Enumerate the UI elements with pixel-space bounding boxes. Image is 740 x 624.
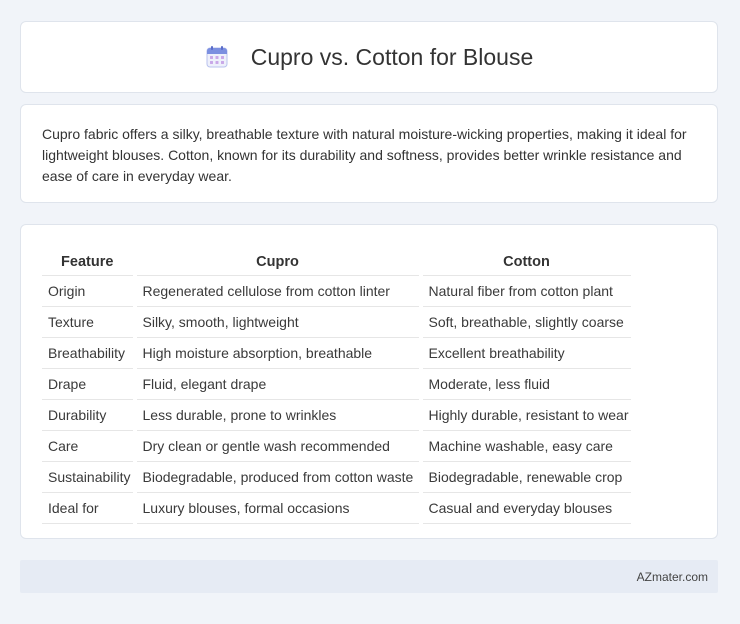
table-row: Breathability High moisture absorption, …: [42, 338, 631, 369]
feature-cell: Texture: [42, 307, 133, 338]
comparison-table-card: Feature Cupro Cotton Origin Regenerated …: [20, 224, 718, 539]
page-title: Cupro vs. Cotton for Blouse: [250, 43, 534, 70]
cupro-cell: Less durable, prone to wrinkles: [136, 400, 419, 431]
table-row: Drape Fluid, elegant drape Moderate, les…: [42, 369, 631, 400]
intro-card: Cupro fabric offers a silky, breathable …: [20, 104, 718, 203]
feature-cell: Durability: [42, 400, 133, 431]
footer-bar: AZmater.com: [20, 560, 718, 593]
cupro-cell: Fluid, elegant drape: [136, 369, 419, 400]
table-row: Durability Less durable, prone to wrinkl…: [42, 400, 631, 431]
feature-cell: Care: [42, 431, 133, 462]
cotton-cell: Casual and everyday blouses: [422, 493, 631, 524]
feature-cell: Sustainability: [42, 462, 133, 493]
cotton-cell: Moderate, less fluid: [422, 369, 631, 400]
table-row: Ideal for Luxury blouses, formal occasio…: [42, 493, 631, 524]
comparison-table: Feature Cupro Cotton Origin Regenerated …: [38, 244, 635, 524]
cotton-cell: Biodegradable, renewable crop: [422, 462, 631, 493]
feature-cell: Breathability: [42, 338, 133, 369]
cotton-cell: Soft, breathable, slightly coarse: [422, 307, 631, 338]
cotton-cell: Excellent breathability: [422, 338, 631, 369]
table-header-row: Feature Cupro Cotton: [42, 244, 631, 276]
cupro-cell: Biodegradable, produced from cotton wast…: [136, 462, 419, 493]
cupro-cell: Dry clean or gentle wash recommended: [136, 431, 419, 462]
cotton-cell: Machine washable, easy care: [422, 431, 631, 462]
header-cotton: Cotton: [422, 244, 631, 276]
table-row: Texture Silky, smooth, lightweight Soft,…: [42, 307, 631, 338]
cotton-cell: Highly durable, resistant to wear: [422, 400, 631, 431]
header-feature: Feature: [42, 244, 133, 276]
cupro-cell: Luxury blouses, formal occasions: [136, 493, 419, 524]
feature-cell: Origin: [42, 276, 133, 307]
calendar-icon: [205, 45, 229, 69]
cupro-cell: Regenerated cellulose from cotton linter: [136, 276, 419, 307]
table-row: Care Dry clean or gentle wash recommende…: [42, 431, 631, 462]
feature-cell: Drape: [42, 369, 133, 400]
table-row: Sustainability Biodegradable, produced f…: [42, 462, 631, 493]
table-row: Origin Regenerated cellulose from cotton…: [42, 276, 631, 307]
header-cupro: Cupro: [136, 244, 419, 276]
feature-cell: Ideal for: [42, 493, 133, 524]
title-card: Cupro vs. Cotton for Blouse: [20, 21, 718, 93]
cupro-cell: High moisture absorption, breathable: [136, 338, 419, 369]
intro-text: Cupro fabric offers a silky, breathable …: [42, 126, 687, 184]
cupro-cell: Silky, smooth, lightweight: [136, 307, 419, 338]
cotton-cell: Natural fiber from cotton plant: [422, 276, 631, 307]
footer-site-link[interactable]: AZmater.com: [637, 570, 708, 584]
